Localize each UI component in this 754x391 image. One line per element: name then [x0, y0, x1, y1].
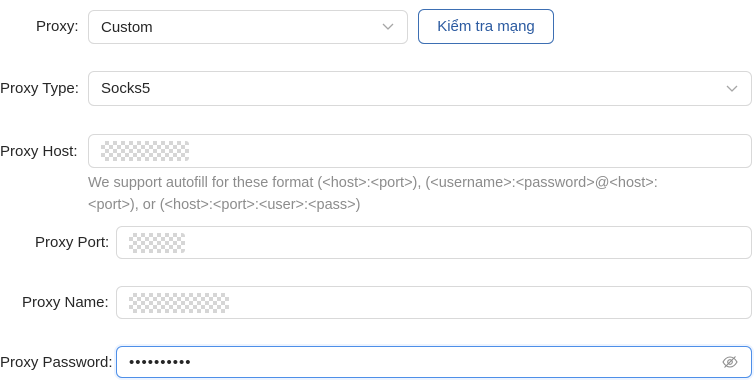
- proxy-type-select[interactable]: Socks5: [88, 71, 752, 106]
- proxy-port-label: Proxy Port:: [35, 234, 109, 251]
- proxy-port-input[interactable]: [116, 226, 752, 259]
- check-network-button[interactable]: Kiểm tra mạng: [418, 9, 554, 44]
- proxy-host-input[interactable]: [88, 134, 752, 168]
- proxy-host-label-text: Proxy Host: [0, 143, 74, 160]
- eye-slash-icon[interactable]: [721, 353, 739, 371]
- proxy-password-label-text: Proxy Password: [0, 354, 109, 371]
- proxy-select-value: Custom: [101, 18, 153, 36]
- proxy-password-input[interactable]: ••••••••••: [116, 346, 752, 378]
- proxy-type-label-text: Proxy Type: [0, 80, 75, 97]
- proxy-name-redacted-value: [129, 292, 229, 313]
- proxy-host-redacted-value: [101, 141, 189, 161]
- proxy-host-label: Proxy Host:: [0, 143, 78, 160]
- proxy-type-label: Proxy Type:: [0, 80, 79, 97]
- proxy-settings-form: Proxy: Custom Kiểm tra mạng Proxy Type: …: [0, 0, 754, 391]
- proxy-password-label: Proxy Password:: [0, 354, 113, 371]
- proxy-port-redacted-value: [129, 232, 185, 253]
- proxy-label-separator: :: [74, 18, 79, 35]
- chevron-down-icon: [725, 82, 739, 96]
- proxy-label: Proxy:: [36, 18, 79, 35]
- proxy-name-label-text: Proxy Name: [22, 294, 105, 311]
- proxy-host-label-separator: :: [73, 143, 78, 160]
- proxy-password-value: ••••••••••: [129, 353, 192, 371]
- proxy-name-input[interactable]: [116, 286, 752, 319]
- proxy-host-hint-line2: <port>), or (<host>:<port>:<user>:<pass>…: [88, 197, 361, 213]
- chevron-down-icon: [381, 20, 395, 34]
- check-network-button-label: Kiểm tra mạng: [437, 18, 535, 35]
- proxy-password-label-separator: :: [108, 354, 113, 371]
- proxy-type-select-value: Socks5: [101, 80, 151, 97]
- proxy-label-text: Proxy: [36, 18, 75, 35]
- proxy-host-hint: We support autofill for these format (<h…: [88, 172, 752, 216]
- proxy-type-label-separator: :: [74, 80, 79, 97]
- proxy-port-label-text: Proxy Port: [35, 234, 106, 251]
- proxy-host-hint-line1: We support autofill for these format (<h…: [88, 175, 658, 191]
- proxy-port-label-separator: :: [105, 234, 110, 251]
- proxy-name-label: Proxy Name:: [22, 294, 109, 311]
- proxy-select[interactable]: Custom: [88, 10, 408, 44]
- proxy-name-label-separator: :: [104, 294, 109, 311]
